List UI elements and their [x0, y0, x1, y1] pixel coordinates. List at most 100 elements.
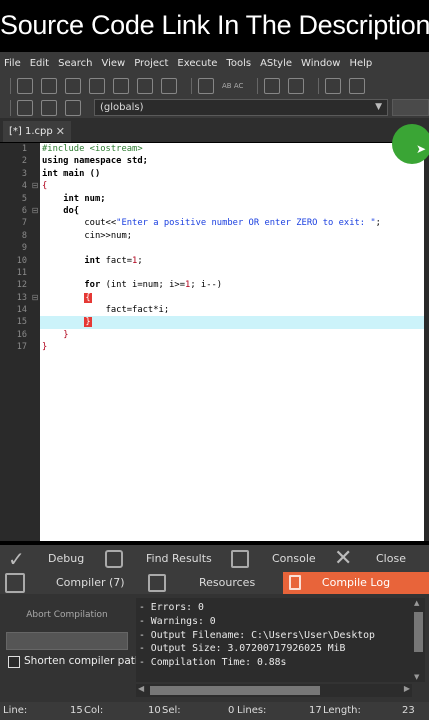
status-col-value: 10: [148, 705, 161, 716]
scroll-left-icon[interactable]: ◀: [138, 684, 144, 693]
line-number: 17: [16, 342, 27, 353]
log-horizontal-scrollbar[interactable]: ◀ ▶: [136, 684, 412, 697]
tab-label: [*] 1.cpp: [9, 126, 53, 137]
menu-help[interactable]: Help: [349, 58, 372, 69]
redo-icon[interactable]: [288, 78, 305, 94]
chevron-down-icon: ▼: [375, 102, 382, 112]
abort-compilation-button[interactable]: Abort Compilation: [6, 606, 128, 624]
line-number: 13: [16, 292, 27, 303]
scope-select[interactable]: (globals) ▼: [94, 99, 388, 116]
compile-log-panel: Abort Compilation Shorten compiler path …: [0, 594, 429, 702]
scroll-right-icon[interactable]: ▶: [404, 684, 410, 693]
open-file-icon[interactable]: [41, 78, 57, 94]
main-toolbar: AB AC: [0, 74, 429, 98]
function-select[interactable]: [392, 99, 429, 116]
status-bar: Line: 15 Col: 10 Sel: 0 Lines: 17 Length…: [0, 702, 429, 720]
line-number: 8: [21, 230, 27, 241]
code-line: using namespace std;: [42, 156, 148, 167]
line-number: 5: [21, 193, 27, 204]
bottom-panel-tabs-row1: ✓ Debug Find Results Console ✕ Close: [0, 545, 429, 573]
code-line: {: [40, 292, 424, 304]
menu-edit[interactable]: Edit: [30, 58, 49, 69]
toggle-bookmark-icon[interactable]: [41, 100, 57, 116]
editor-right-margin: [424, 143, 429, 541]
status-lines-value: 17: [309, 705, 322, 716]
close-icon: ✕: [334, 546, 353, 571]
line-number: 3: [21, 168, 27, 179]
menu-window[interactable]: Window: [301, 58, 340, 69]
shorten-path-checkbox[interactable]: [8, 656, 20, 668]
line-number: 7: [21, 218, 27, 229]
compile-log-output[interactable]: - Errors: 0 - Warnings: 0 - Output Filen…: [136, 598, 412, 682]
scroll-thumb[interactable]: [414, 612, 423, 652]
tab-resources[interactable]: Resources: [199, 572, 255, 594]
indent-icon[interactable]: [349, 78, 366, 94]
log-line: - Compilation Time: 0.88s: [139, 657, 287, 669]
close-icon[interactable]: ✕: [56, 121, 65, 142]
resources-icon: [148, 574, 166, 592]
toolbar-separator: [191, 78, 192, 94]
log-vertical-scrollbar[interactable]: ▲ ▼: [412, 598, 425, 682]
status-lines-label: Lines:: [237, 705, 267, 716]
compare-icon[interactable]: AB AC: [222, 82, 243, 90]
menu-search[interactable]: Search: [58, 58, 92, 69]
video-banner-title: Source Code Link In The Description: [0, 0, 429, 50]
tab-debug[interactable]: Debug: [48, 545, 84, 573]
fold-marker-icon[interactable]: ⊟: [30, 180, 40, 192]
scroll-up-icon[interactable]: ▲: [414, 599, 419, 607]
save-icon[interactable]: [65, 78, 81, 94]
code-line: cout<<"Enter a positive number OR enter …: [84, 218, 381, 229]
menu-tools[interactable]: Tools: [226, 58, 251, 69]
scroll-thumb[interactable]: [150, 686, 320, 695]
tab-console[interactable]: Console: [272, 545, 316, 573]
scroll-down-icon[interactable]: ▼: [414, 673, 419, 681]
status-length-label: Length:: [323, 705, 361, 716]
line-number: 16: [16, 329, 27, 340]
insert-icon[interactable]: [17, 100, 33, 116]
code-line: }: [42, 342, 48, 353]
status-line-value: 15: [70, 705, 83, 716]
tab-close[interactable]: Close: [376, 545, 406, 573]
toolbar-separator: [318, 78, 320, 94]
new-file-icon[interactable]: [17, 78, 33, 94]
code-line: {: [42, 181, 48, 192]
code-editor[interactable]: 1 2 3 4 5 6 7 8 9 10 11 12 13 14 15 16 17 ⊟ ⊟ ⊟ #include…: [0, 143, 429, 541]
code-line: cin>>num;: [84, 230, 133, 241]
find-icon[interactable]: [198, 78, 214, 94]
scope-value: (globals): [100, 102, 144, 113]
tab-1-cpp[interactable]: [*] 1.cpp ✕: [3, 121, 71, 142]
menu-execute[interactable]: Execute: [177, 58, 217, 69]
menu-bar: File Edit Search View Project Execute To…: [0, 52, 429, 74]
menu-project[interactable]: Project: [134, 58, 168, 69]
close-file-icon[interactable]: [113, 78, 129, 94]
log-line: - Output Size: 3.07200717926025 MiB: [139, 643, 346, 655]
close-all-icon[interactable]: [137, 78, 153, 94]
undo-icon[interactable]: [264, 78, 281, 94]
menu-file[interactable]: File: [4, 58, 21, 69]
console-icon: [231, 550, 249, 568]
compiler-grid-icon: [5, 573, 25, 593]
bottom-panel-tabs-row2: Compiler (7) Resources Compile Log: [0, 572, 429, 594]
mouse-pointer-icon: ➤: [416, 142, 427, 156]
tab-compiler[interactable]: Compiler (7): [56, 572, 125, 594]
tab-compile-log[interactable]: Compile Log: [283, 572, 429, 594]
line-number: 4: [21, 181, 27, 192]
line-number: 1: [21, 144, 27, 154]
line-number: 6: [21, 205, 27, 216]
fold-marker-icon[interactable]: ⊟: [30, 205, 40, 217]
log-line: - Output Filename: C:\Users\User\Desktop: [139, 629, 375, 641]
tab-find-results[interactable]: Find Results: [146, 545, 212, 573]
menu-astyle[interactable]: AStyle: [260, 58, 292, 69]
save-all-icon[interactable]: [89, 78, 105, 94]
fold-marker-icon[interactable]: ⊟: [30, 292, 40, 304]
code-text-area[interactable]: #include <iostream> using namespace std;…: [40, 143, 424, 541]
line-number: 14: [16, 305, 27, 316]
shorten-path-label: Shorten compiler path: [24, 655, 142, 667]
code-line: int num;: [63, 193, 106, 204]
goto-bookmark-icon[interactable]: [65, 100, 81, 116]
new-project-icon[interactable]: [325, 78, 342, 94]
menu-view[interactable]: View: [101, 58, 125, 69]
code-line: int main (): [42, 168, 101, 179]
print-icon[interactable]: [161, 78, 177, 94]
current-code-line: }: [40, 316, 424, 329]
